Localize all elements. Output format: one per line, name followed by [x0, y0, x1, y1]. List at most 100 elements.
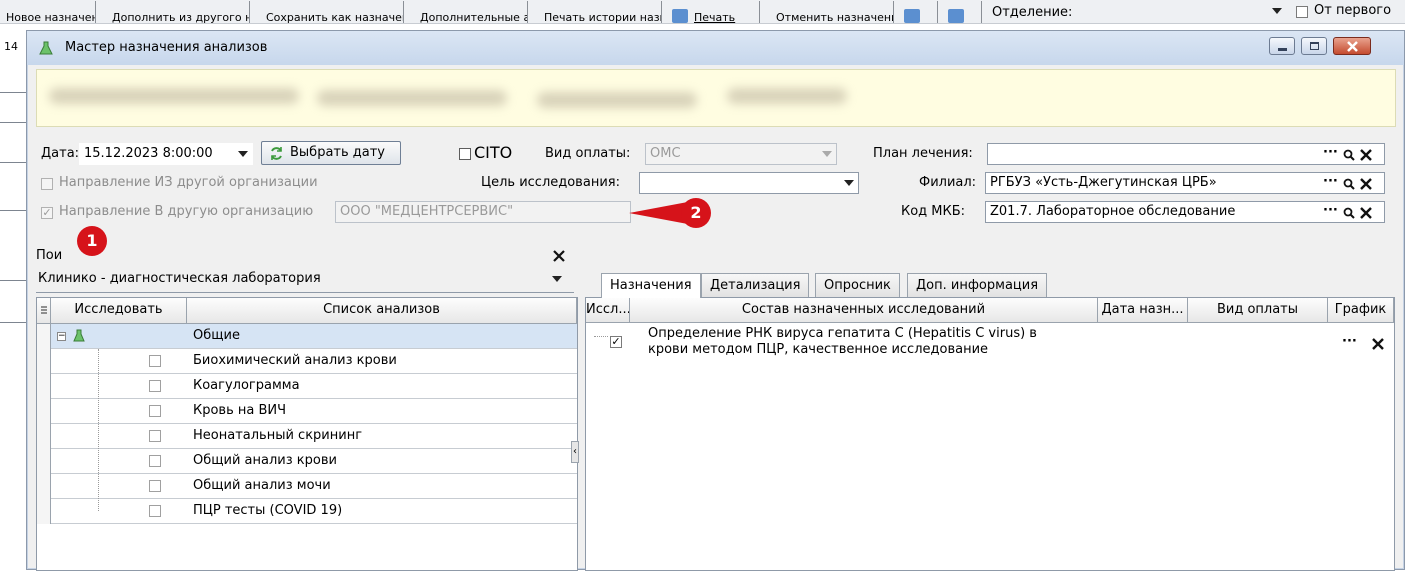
- column-header-investigate[interactable]: Исследовать: [51, 298, 187, 324]
- close-button[interactable]: [1333, 37, 1371, 55]
- test-checkbox[interactable]: [149, 380, 161, 392]
- mkb-value: Z01.7. Лабораторное обследование: [990, 204, 1236, 219]
- remove-icon[interactable]: [1372, 338, 1384, 350]
- test-checkbox[interactable]: [149, 430, 161, 442]
- cito-label: CITO: [474, 143, 513, 162]
- search-icon[interactable]: [1343, 149, 1355, 161]
- test-checkbox[interactable]: [149, 480, 161, 492]
- chevron-down-icon[interactable]: [552, 276, 562, 282]
- toolbar-button-label: Печать истории назначений: [544, 11, 661, 23]
- toolbar-button-new[interactable]: Новое назначение: [0, 1, 96, 23]
- column-header-schedule[interactable]: График: [1328, 298, 1394, 323]
- test-row[interactable]: Общий анализ крови: [51, 449, 577, 474]
- ellipsis-button[interactable]: ···: [1323, 203, 1338, 218]
- group-row[interactable]: − Общие: [51, 324, 577, 349]
- referral-from-checkbox[interactable]: [41, 178, 53, 190]
- lab-select[interactable]: Клинико - диагностическая лаборатория: [36, 269, 566, 291]
- test-checkbox[interactable]: [149, 355, 161, 367]
- payment-select[interactable]: ОМС: [645, 143, 837, 165]
- test-name: Коагулограмма: [193, 378, 300, 393]
- referral-from-label: Направление ИЗ другой организации: [59, 175, 318, 190]
- date-field[interactable]: 15.12.2023 8:00:00: [79, 143, 253, 165]
- clear-search-icon[interactable]: [553, 250, 565, 262]
- date-label: Дата:: [41, 146, 80, 161]
- chevron-down-icon[interactable]: [844, 180, 854, 186]
- referral-to-checkbox[interactable]: ✓: [41, 207, 53, 219]
- toolbar-button-print[interactable]: Печать: [666, 1, 760, 23]
- tab-questionnaire[interactable]: Опросник: [815, 273, 900, 297]
- assigned-test-line-1: Определение РНК вируса гепатита С (Hepat…: [648, 326, 1037, 341]
- left-strip-text: 14: [4, 40, 18, 53]
- toolbar-button-save-as[interactable]: Сохранить как назначение: [254, 1, 404, 23]
- clear-icon[interactable]: [1360, 207, 1372, 219]
- toolbar-button-supplement[interactable]: Дополнить из другого назначения: [100, 1, 250, 23]
- date-value: 15.12.2023 8:00:00: [84, 146, 213, 161]
- minimize-icon: [1278, 48, 1287, 51]
- chevron-down-icon[interactable]: [1272, 8, 1282, 14]
- maximize-icon: [1310, 42, 1319, 50]
- ellipsis-button[interactable]: ···: [1342, 334, 1357, 349]
- maximize-button[interactable]: [1301, 37, 1327, 55]
- ellipsis-button[interactable]: ···: [1323, 145, 1338, 160]
- test-row[interactable]: Общий анализ мочи: [51, 474, 577, 499]
- row-selector-strip: [37, 324, 51, 524]
- test-row[interactable]: ПЦР тесты (COVID 19): [51, 499, 577, 524]
- blurred-text: [727, 88, 847, 104]
- grid-corner[interactable]: [37, 298, 51, 324]
- toolbar-button-label: Новое назначение: [6, 11, 95, 23]
- tab-additional-info[interactable]: Доп. информация: [907, 273, 1048, 297]
- from-first-checkbox[interactable]: [1296, 6, 1308, 18]
- test-row[interactable]: Биохимический анализ крови: [51, 349, 577, 374]
- marker-2: 2: [681, 198, 711, 228]
- tests-grid: Исследовать Список анализов − Общие Биох…: [36, 297, 578, 571]
- search-icon[interactable]: [1343, 207, 1355, 219]
- arrow-left-icon: [904, 9, 920, 23]
- toolbar-button-history[interactable]: Печать истории назначений: [532, 1, 662, 23]
- test-name: Неонатальный скрининг: [193, 428, 363, 443]
- cito-checkbox[interactable]: [459, 148, 471, 160]
- toolbar-button-forward[interactable]: [942, 1, 982, 23]
- test-row[interactable]: Кровь на ВИЧ: [51, 399, 577, 424]
- assigned-checkbox[interactable]: ✓: [610, 336, 622, 348]
- test-checkbox[interactable]: [149, 505, 161, 517]
- toolbar-button-back[interactable]: [898, 1, 938, 23]
- pick-date-label: Выбрать дату: [290, 145, 386, 160]
- pick-date-button[interactable]: Выбрать дату: [261, 141, 401, 165]
- chevron-down-icon[interactable]: [238, 151, 248, 157]
- clear-icon[interactable]: [1360, 149, 1372, 161]
- chevron-down-icon[interactable]: [822, 151, 832, 157]
- department-label-text: Отделение:: [992, 4, 1073, 20]
- mkb-label: Код МКБ:: [901, 204, 966, 219]
- divider: [0, 322, 26, 323]
- ellipsis-button[interactable]: ···: [1323, 174, 1338, 189]
- clear-icon[interactable]: [1360, 178, 1372, 190]
- toolbar-button-label: Отменить назначение: [776, 11, 894, 23]
- test-row[interactable]: Неонатальный скрининг: [51, 424, 577, 449]
- column-header-payment[interactable]: Вид оплаты: [1188, 298, 1328, 323]
- column-header-tests[interactable]: Список анализов: [187, 298, 577, 324]
- assigned-test-name: Определение РНК вируса гепатита С (Hepat…: [648, 326, 1037, 358]
- assigned-test-line-2: крови методом ПЦР, качественное исследов…: [648, 342, 989, 357]
- search-icon[interactable]: [1343, 178, 1355, 190]
- assigned-row[interactable]: ✓ Определение РНК вируса гепатита С (Hep…: [586, 324, 1394, 364]
- toolbar-button-extra-tests[interactable]: Дополнительные анализы: [408, 1, 528, 23]
- column-header-select[interactable]: Иссл...: [586, 298, 630, 323]
- test-checkbox[interactable]: [149, 455, 161, 467]
- test-checkbox[interactable]: [149, 405, 161, 417]
- column-header-composition[interactable]: Состав назначенных исследований: [630, 298, 1098, 323]
- collapse-icon[interactable]: −: [57, 332, 66, 341]
- toolbar-button-cancel[interactable]: Отменить назначение: [764, 1, 894, 23]
- dialog-title: Мастер назначения анализов: [65, 40, 268, 55]
- test-row[interactable]: Коагулограмма: [51, 374, 577, 399]
- referral-to-org-field[interactable]: ООО "МЕДЦЕНТРСЕРВИС": [335, 201, 631, 223]
- referral-to-org-value: ООО "МЕДЦЕНТРСЕРВИС": [340, 204, 514, 219]
- tab-details[interactable]: Детализация: [701, 273, 810, 297]
- close-icon: [1347, 41, 1358, 52]
- minimize-button[interactable]: [1269, 37, 1295, 55]
- background-left-strip: 14: [0, 24, 26, 570]
- column-header-date[interactable]: Дата назн...: [1098, 298, 1188, 323]
- test-name: Общий анализ крови: [193, 453, 337, 468]
- tab-assignments[interactable]: Назначения: [601, 273, 701, 298]
- splitter-collapse-button[interactable]: ‹: [571, 441, 579, 463]
- purpose-select[interactable]: [639, 172, 859, 194]
